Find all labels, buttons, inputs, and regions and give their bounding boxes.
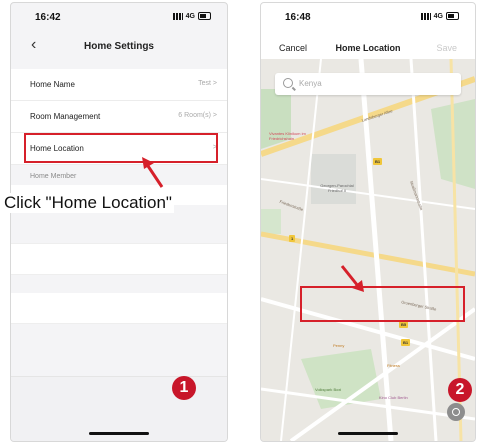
route-badge: B5	[399, 321, 409, 328]
status-bar: 16:48 4G	[261, 3, 475, 31]
search-icon	[283, 78, 293, 88]
battery-icon	[198, 12, 211, 20]
location-compass-icon[interactable]	[447, 403, 465, 421]
status-bar: 16:42 4G	[11, 3, 227, 31]
arrow-icon	[142, 157, 164, 188]
highlight-home-location	[24, 133, 218, 163]
route-badge: B1	[401, 339, 411, 346]
member-list-placeholder	[11, 243, 227, 275]
home-location-screen: 16:48 4G Cancel Home Location Save Kenya…	[260, 2, 476, 442]
instruction-caption: Click "Home Location"	[2, 193, 174, 213]
highlight-map-location	[300, 286, 465, 322]
status-time: 16:42	[35, 12, 61, 23]
search-placeholder: Kenya	[299, 79, 322, 88]
save-button[interactable]: Save	[436, 43, 457, 53]
map-poi: Penny	[333, 343, 345, 348]
nav-bar: ‹ Home Settings	[11, 33, 227, 61]
home-indicator	[338, 432, 398, 435]
row-room-management[interactable]: Room Management 6 Room(s) >	[11, 101, 227, 133]
row-value: Test >	[198, 80, 217, 87]
home-settings-screen: 16:42 4G ‹ Home Settings Home Name Test …	[10, 2, 228, 442]
step-number-2: 2	[448, 378, 472, 402]
map-poi: Volkspark Boxi	[315, 387, 342, 392]
home-indicator	[89, 432, 149, 435]
row-label: Room Management	[30, 112, 101, 121]
battery-icon	[446, 12, 459, 20]
map-poi: Kino Club Berlin	[379, 395, 408, 400]
row-label: Home Name	[30, 80, 75, 89]
row-home-name[interactable]: Home Name Test >	[11, 69, 227, 101]
network-type: 4G	[185, 12, 195, 20]
status-time: 16:48	[285, 12, 311, 23]
map-poi: Fitness	[387, 363, 400, 368]
map-poi: Georgen-Parochial Friedhof II	[320, 183, 354, 193]
route-badge: 1	[289, 235, 296, 242]
page-title: Home Settings	[83, 41, 154, 52]
signal-bars-icon	[420, 12, 431, 20]
home-member-header: Home Member	[30, 173, 77, 180]
search-input[interactable]: Kenya	[275, 73, 461, 95]
member-list-placeholder	[11, 293, 227, 324]
arrow-icon	[340, 265, 364, 292]
route-badge: B1	[373, 158, 383, 165]
row-value: 6 Room(s) >	[178, 112, 217, 119]
step-number-1: 1	[172, 376, 196, 400]
network-type: 4G	[433, 12, 443, 20]
signal-indicator: 4G	[420, 12, 459, 20]
map-poi: Vivantes Klinikum im Friedrichshain	[269, 131, 306, 141]
signal-indicator: 4G	[172, 12, 211, 20]
signal-bars-icon	[172, 12, 183, 20]
